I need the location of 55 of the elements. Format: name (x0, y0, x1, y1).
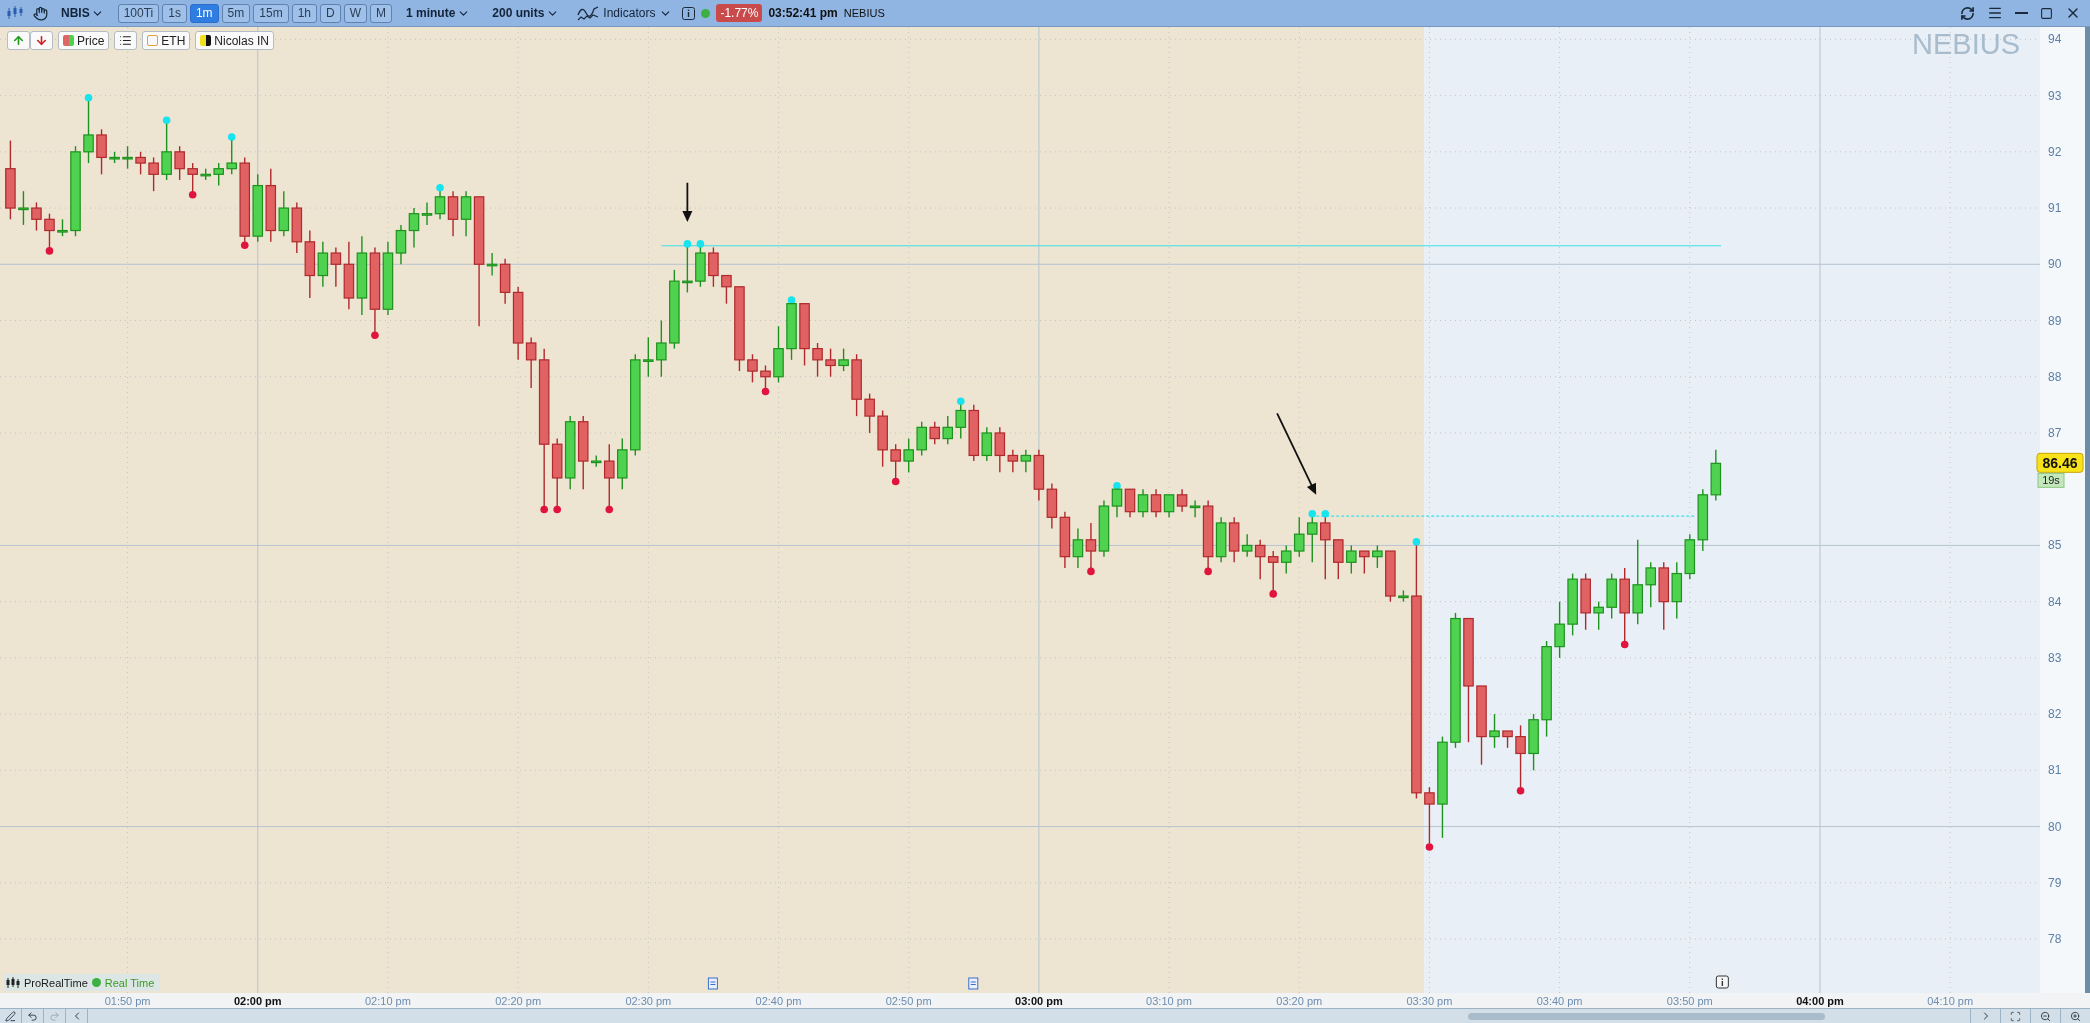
price-tick-label: 84 (2048, 594, 2062, 609)
price-tick-label: 81 (2048, 763, 2062, 778)
clock-time: 03:52:41 pm (768, 6, 838, 20)
legend-item[interactable]: Price (58, 31, 110, 50)
timeframe-button[interactable]: W (343, 3, 367, 23)
time-tick-label: 02:10 pm (365, 995, 411, 1007)
timeframe-button[interactable]: 1m (189, 3, 219, 23)
interval-dropdown[interactable]: 1 minute (398, 6, 479, 20)
timeframe-button[interactable]: 1h (291, 3, 317, 23)
price-tick-label: 92 (2048, 144, 2062, 159)
symbol-dropdown[interactable]: NBIS (57, 6, 108, 20)
time-tick-label: 03:00 pm (1015, 995, 1063, 1007)
time-tick-label: 02:40 pm (755, 995, 802, 1007)
price-tick-label: 93 (2048, 88, 2062, 103)
time-tick-label: 02:20 pm (495, 995, 542, 1007)
timeframe-button[interactable]: 5m (221, 3, 251, 23)
legend-item[interactable]: Nicolas IN (195, 31, 275, 50)
change-badge: -1.77% (716, 4, 763, 22)
watermark-text: NEBIUS (1912, 28, 2020, 60)
price-tick-label: 90 (2048, 257, 2062, 272)
countdown-label: 19s (2037, 472, 2065, 488)
timeframe-button[interactable]: D (320, 3, 341, 23)
platform-name: ProRealTime (24, 976, 88, 989)
timeframe-button[interactable]: 1s (162, 3, 187, 23)
time-tick-label: 04:00 pm (1796, 995, 1844, 1007)
time-tick-label: 03:20 pm (1276, 995, 1323, 1007)
price-tick-label: 89 (2048, 313, 2062, 328)
time-tick-label: 02:30 pm (625, 995, 672, 1007)
time-tick-label: 03:40 pm (1536, 995, 1583, 1007)
price-tick-label: 87 (2048, 425, 2062, 440)
indicators-dropdown[interactable]: Indicators (573, 5, 677, 21)
time-tick-label: 03:50 pm (1666, 995, 1713, 1007)
last-price-label: 86.46 (2036, 452, 2084, 473)
time-tick-label: 04:10 pm (1927, 995, 1974, 1007)
feed-status: Real Time (104, 976, 155, 989)
price-tick-label: 79 (2048, 875, 2062, 890)
time-tick-label: 03:30 pm (1406, 995, 1453, 1007)
timeframe-button[interactable]: 15m (253, 3, 289, 23)
timeframe-button[interactable]: 100Ti (117, 3, 160, 23)
units-dropdown[interactable]: 200 units (484, 6, 568, 20)
time-tick-label: 02:00 pm (233, 995, 282, 1007)
price-tick-label: 82 (2048, 707, 2062, 722)
instrument-name: NEBIUS (843, 7, 885, 19)
price-tick-label: 80 (2048, 819, 2062, 834)
price-tick-label: 83 (2048, 650, 2062, 665)
legend-item[interactable]: ETH (142, 31, 191, 50)
price-tick-label: 91 (2048, 201, 2062, 216)
time-tick-label: 03:10 pm (1146, 995, 1192, 1007)
price-tick-label: 94 (2048, 32, 2062, 47)
price-tick-label: 78 (2048, 932, 2062, 946)
time-tick-label: 02:50 pm (885, 995, 932, 1007)
price-tick-label: 85 (2048, 538, 2062, 553)
time-tick-label: 01:50 pm (104, 995, 151, 1007)
price-tick-label: 88 (2048, 369, 2062, 384)
timeframe-button[interactable]: M (370, 3, 392, 23)
